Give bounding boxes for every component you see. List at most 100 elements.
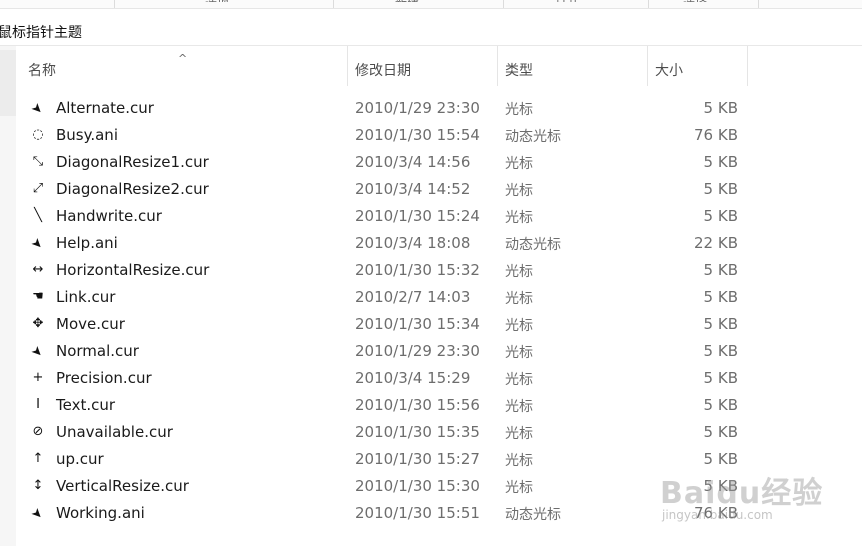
- file-size: 5 KB: [703, 369, 738, 387]
- file-row[interactable]: ╲ Handwrite.cur 2010/1/30 15:24 光标 5 KB: [0, 202, 862, 229]
- file-row[interactable]: ➤ Alternate.cur 2010/1/29 23:30 光标 5 KB: [0, 94, 862, 121]
- file-type: 动态光标: [505, 507, 561, 523]
- file-modified-date: 2010/3/4 15:29: [355, 369, 471, 387]
- up-arrow-icon: ↑: [32, 451, 44, 466]
- file-size: 5 KB: [703, 180, 738, 198]
- file-modified-date: 2010/1/30 15:51: [355, 504, 480, 522]
- file-modified-date: 2010/1/29 23:30: [355, 342, 480, 360]
- file-modified-date: 2010/3/4 18:08: [355, 234, 471, 252]
- file-row[interactable]: ☚ Link.cur 2010/2/7 14:03 光标 5 KB: [0, 283, 862, 310]
- help-pointer-icon: ➤: [28, 234, 47, 253]
- file-modified-date: 2010/1/30 15:35: [355, 423, 480, 441]
- file-size: 5 KB: [703, 99, 738, 117]
- file-type: 光标: [505, 291, 533, 307]
- ribbon-options-label[interactable]: 选项: [205, 0, 229, 2]
- file-type: 光标: [505, 210, 533, 226]
- file-name: Precision.cur: [56, 369, 152, 387]
- vertical-resize-icon: ↕: [32, 478, 44, 493]
- file-row[interactable]: I Text.cur 2010/1/30 15:56 光标 5 KB: [0, 391, 862, 418]
- file-type: 光标: [505, 399, 533, 415]
- file-modified-date: 2010/1/30 15:27: [355, 450, 480, 468]
- file-modified-date: 2010/1/30 15:34: [355, 315, 480, 333]
- file-name: up.cur: [56, 450, 104, 468]
- ribbon-divider: [758, 0, 759, 8]
- file-size: 5 KB: [703, 396, 738, 414]
- arrow-pointer-icon: ➤: [28, 342, 47, 361]
- file-row[interactable]: ➤ Help.ani 2010/3/4 18:08 动态光标 22 KB: [0, 229, 862, 256]
- file-name: Working.ani: [56, 504, 145, 522]
- column-header-size-label: 大小: [655, 63, 683, 79]
- file-row[interactable]: ⤢ DiagonalResize2.cur 2010/3/4 14:52 光标 5 KB: [0, 175, 862, 202]
- file-name: Help.ani: [56, 234, 118, 252]
- file-row[interactable]: ◌ Busy.ani 2010/1/30 15:54 动态光标 76 KB: [0, 121, 862, 148]
- file-modified-date: 2010/1/30 15:32: [355, 261, 480, 279]
- file-type: 动态光标: [505, 237, 561, 253]
- ribbon-divider: [114, 0, 115, 8]
- file-type: 光标: [505, 264, 533, 280]
- working-pointer-icon: ➤: [28, 504, 47, 523]
- column-header-type[interactable]: 类型: [498, 46, 648, 86]
- file-row[interactable]: ✥ Move.cur 2010/1/30 15:34 光标 5 KB: [0, 310, 862, 337]
- column-header-size[interactable]: 大小: [648, 46, 748, 86]
- file-type: 光标: [505, 345, 533, 361]
- file-name: DiagonalResize2.cur: [56, 180, 209, 198]
- file-name: Text.cur: [56, 396, 116, 414]
- file-name: Handwrite.cur: [56, 207, 162, 225]
- file-type: 光标: [505, 453, 533, 469]
- file-type: 光标: [505, 426, 533, 442]
- file-name: HorizontalResize.cur: [56, 261, 210, 279]
- column-header-name-label: 名称: [28, 63, 56, 79]
- diagonal-resize-icon: ⤢: [32, 181, 44, 196]
- file-row[interactable]: ⤡ DiagonalResize1.cur 2010/3/4 14:56 光标 5 KB: [0, 148, 862, 175]
- file-size: 5 KB: [703, 342, 738, 360]
- file-size: 76 KB: [694, 126, 738, 144]
- arrow-pointer-icon: ➤: [28, 99, 47, 118]
- text-beam-icon: I: [36, 397, 40, 412]
- ribbon-divider: [503, 0, 504, 8]
- file-size: 5 KB: [703, 153, 738, 171]
- file-name: Alternate.cur: [56, 99, 154, 117]
- move-icon: ✥: [32, 316, 44, 331]
- ribbon-new-label[interactable]: 新建: [395, 0, 419, 2]
- column-header-date-label: 修改日期: [355, 63, 411, 79]
- file-modified-date: 2010/1/30 15:54: [355, 126, 480, 144]
- ribbon-open-label[interactable]: 打开: [555, 0, 579, 2]
- hand-link-icon: ☚: [32, 289, 44, 304]
- file-row[interactable]: ↔ HorizontalResize.cur 2010/1/30 15:32 光标 5 …: [0, 256, 862, 283]
- file-type: 光标: [505, 372, 533, 388]
- file-modified-date: 2010/2/7 14:03: [355, 288, 471, 306]
- address-path[interactable]: 鼠标指针主题: [0, 22, 82, 42]
- column-header-type-label: 类型: [505, 63, 533, 79]
- file-modified-date: 2010/1/30 15:24: [355, 207, 480, 225]
- pen-icon: ╲: [34, 208, 42, 223]
- file-size: 5 KB: [703, 423, 738, 441]
- ribbon-select-label[interactable]: 选择: [683, 0, 707, 2]
- file-size: 5 KB: [703, 261, 738, 279]
- file-modified-date: 2010/1/30 15:30: [355, 477, 480, 495]
- file-size: 5 KB: [703, 315, 738, 333]
- baidu-jingyan-watermark: Baidu经验 jingyan.baidu.com: [660, 468, 850, 530]
- file-size: 5 KB: [703, 450, 738, 468]
- file-size: 5 KB: [703, 288, 738, 306]
- diagonal-resize-icon: ⤡: [32, 154, 44, 169]
- file-modified-date: 2010/3/4 14:56: [355, 153, 471, 171]
- column-header-date[interactable]: 修改日期: [348, 46, 498, 86]
- file-name: Move.cur: [56, 315, 125, 333]
- file-type: 光标: [505, 156, 533, 172]
- address-bar[interactable]: 鼠标指针主题: [0, 16, 862, 46]
- file-name: Busy.ani: [56, 126, 118, 144]
- file-name: VerticalResize.cur: [56, 477, 189, 495]
- file-modified-date: 2010/1/29 23:30: [355, 99, 480, 117]
- watermark-brand: Baidu经验: [660, 476, 824, 511]
- unavailable-icon: ⊘: [32, 424, 44, 439]
- ribbon-divider: [648, 0, 649, 8]
- file-row[interactable]: ➤ Normal.cur 2010/1/29 23:30 光标 5 KB: [0, 337, 862, 364]
- file-type: 光标: [505, 480, 533, 496]
- file-row[interactable]: + Precision.cur 2010/3/4 15:29 光标 5 KB: [0, 364, 862, 391]
- sort-caret-icon: ^: [178, 52, 188, 65]
- file-size: 22 KB: [694, 234, 738, 252]
- ribbon-divider: [333, 0, 334, 8]
- file-type: 动态光标: [505, 129, 561, 145]
- busy-ring-icon: ◌: [32, 127, 44, 142]
- file-row[interactable]: ⊘ Unavailable.cur 2010/1/30 15:35 光标 5 KB: [0, 418, 862, 445]
